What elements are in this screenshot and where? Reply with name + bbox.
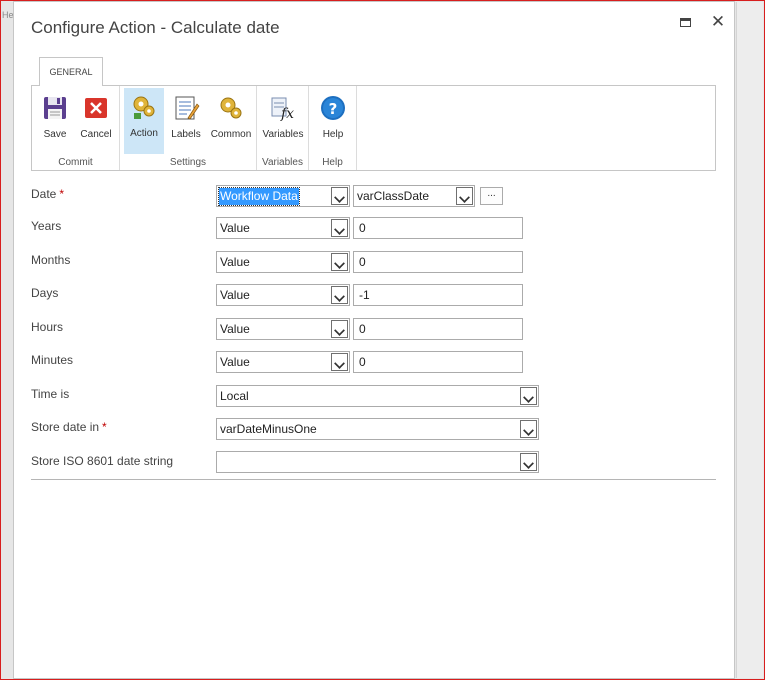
months-type-select[interactable]: Value bbox=[216, 251, 350, 273]
date-variable-select[interactable]: varClassDate bbox=[353, 185, 475, 207]
form-divider bbox=[31, 479, 716, 480]
chevron-down-icon[interactable] bbox=[331, 353, 348, 371]
hours-label: Hours bbox=[31, 320, 64, 334]
store-date-value: varDateMinusOne bbox=[220, 422, 317, 436]
dialog-title: Configure Action - Calculate date bbox=[31, 18, 280, 37]
days-label: Days bbox=[31, 286, 59, 300]
help-button[interactable]: ? Help bbox=[311, 89, 355, 153]
save-button[interactable]: Save bbox=[36, 89, 74, 153]
date-source-select[interactable]: Workflow Data bbox=[216, 185, 350, 207]
group-label-help: Help bbox=[322, 157, 343, 168]
maximize-button[interactable] bbox=[678, 15, 694, 31]
months-value-input[interactable]: 0 bbox=[353, 251, 523, 273]
save-label: Save bbox=[43, 129, 67, 140]
store-iso-select[interactable] bbox=[216, 451, 539, 473]
labels-notepad-icon bbox=[175, 96, 200, 120]
tab-general[interactable]: GENERAL bbox=[39, 57, 103, 86]
gears-icon bbox=[133, 96, 155, 119]
row-days: Days Value -1 bbox=[31, 284, 721, 308]
action-label: Action bbox=[130, 128, 158, 139]
row-minutes: Minutes Value 0 bbox=[31, 351, 721, 375]
store-iso-value bbox=[219, 454, 221, 456]
date-label: Date * bbox=[31, 187, 65, 201]
row-store-date: Store date in * varDateMinusOne bbox=[31, 418, 721, 442]
chevron-down-icon[interactable] bbox=[456, 187, 473, 205]
cancel-button[interactable]: Cancel bbox=[76, 89, 116, 153]
chevron-down-icon[interactable] bbox=[520, 420, 537, 438]
hours-type-select[interactable]: Value bbox=[216, 318, 350, 340]
chevron-down-icon[interactable] bbox=[520, 387, 537, 405]
row-date: Date * Workflow Data varClassDate ... bbox=[31, 185, 721, 209]
configure-action-dialog: Configure Action - Calculate date ✕ GENE… bbox=[13, 1, 735, 679]
variables-button[interactable]: fx Variables bbox=[259, 89, 307, 153]
months-label: Months bbox=[31, 253, 71, 267]
common-label: Common bbox=[210, 129, 252, 140]
minutes-type-select[interactable]: Value bbox=[216, 351, 350, 373]
time-is-select[interactable]: Local bbox=[216, 385, 539, 407]
days-value-input[interactable]: -1 bbox=[353, 284, 523, 306]
years-type-value: Value bbox=[220, 221, 250, 235]
ribbon: Save Cancel Commit Action Labels Common … bbox=[31, 85, 716, 171]
chevron-down-icon[interactable] bbox=[331, 286, 348, 304]
close-icon: ✕ bbox=[710, 12, 726, 31]
time-is-label: Time is bbox=[31, 387, 70, 401]
ribbon-group-commit: Save Cancel Commit bbox=[32, 86, 120, 170]
red-x-icon bbox=[85, 98, 107, 118]
years-label: Years bbox=[31, 219, 62, 233]
background-tab-fragment: He bbox=[2, 10, 14, 20]
close-button[interactable]: ✕ bbox=[710, 12, 726, 31]
years-value-input[interactable]: 0 bbox=[353, 217, 523, 239]
ribbon-group-help: ? Help Help bbox=[309, 86, 357, 170]
ribbon-group-settings: Action Labels Common Settings bbox=[120, 86, 257, 170]
hours-type-value: Value bbox=[220, 322, 250, 336]
cancel-label: Cancel bbox=[80, 129, 112, 140]
variables-label: Variables bbox=[262, 129, 304, 140]
group-label-variables: Variables bbox=[262, 157, 303, 168]
date-source-value: Workflow Data bbox=[218, 187, 300, 206]
days-type-value: Value bbox=[220, 288, 250, 302]
help-question-icon: ? bbox=[321, 96, 345, 120]
group-label-settings: Settings bbox=[169, 157, 207, 168]
days-type-select[interactable]: Value bbox=[216, 284, 350, 306]
common-button[interactable]: Common bbox=[208, 89, 254, 153]
svg-text:fx: fx bbox=[280, 106, 294, 122]
background-scrollbar[interactable] bbox=[736, 2, 763, 678]
store-date-label: Store date in * bbox=[31, 420, 107, 434]
maximize-icon bbox=[680, 18, 691, 27]
date-variable-value: varClassDate bbox=[357, 189, 430, 203]
floppy-disk-icon bbox=[44, 97, 66, 119]
row-years: Years Value 0 bbox=[31, 217, 721, 241]
help-label: Help bbox=[322, 129, 344, 140]
group-label-commit: Commit bbox=[58, 157, 93, 168]
fx-icon: fx bbox=[271, 97, 294, 122]
ribbon-group-variables: fx Variables Variables bbox=[257, 86, 309, 170]
minutes-value-input[interactable]: 0 bbox=[353, 351, 523, 373]
labels-button[interactable]: Labels bbox=[166, 89, 206, 153]
hours-value-input[interactable]: 0 bbox=[353, 318, 523, 340]
years-type-select[interactable]: Value bbox=[216, 217, 350, 239]
chevron-down-icon[interactable] bbox=[331, 219, 348, 237]
chevron-down-icon[interactable] bbox=[331, 320, 348, 338]
minutes-type-value: Value bbox=[220, 355, 250, 369]
svg-text:?: ? bbox=[329, 100, 338, 118]
row-months: Months Value 0 bbox=[31, 251, 721, 275]
date-picker-ellipsis-button[interactable]: ... bbox=[480, 187, 503, 205]
gears-icon bbox=[220, 97, 242, 119]
action-button[interactable]: Action bbox=[124, 88, 164, 154]
minutes-label: Minutes bbox=[31, 353, 74, 367]
chevron-down-icon[interactable] bbox=[331, 253, 348, 271]
labels-label: Labels bbox=[171, 129, 201, 140]
chevron-down-icon[interactable] bbox=[331, 187, 348, 205]
store-date-select[interactable]: varDateMinusOne bbox=[216, 418, 539, 440]
store-iso-label: Store ISO 8601 date string bbox=[31, 454, 174, 468]
chevron-down-icon[interactable] bbox=[520, 453, 537, 471]
time-is-value: Local bbox=[220, 389, 249, 403]
row-time-is: Time is Local bbox=[31, 385, 721, 409]
row-store-iso: Store ISO 8601 date string bbox=[31, 451, 721, 475]
row-hours: Hours Value 0 bbox=[31, 318, 721, 342]
months-type-value: Value bbox=[220, 255, 250, 269]
